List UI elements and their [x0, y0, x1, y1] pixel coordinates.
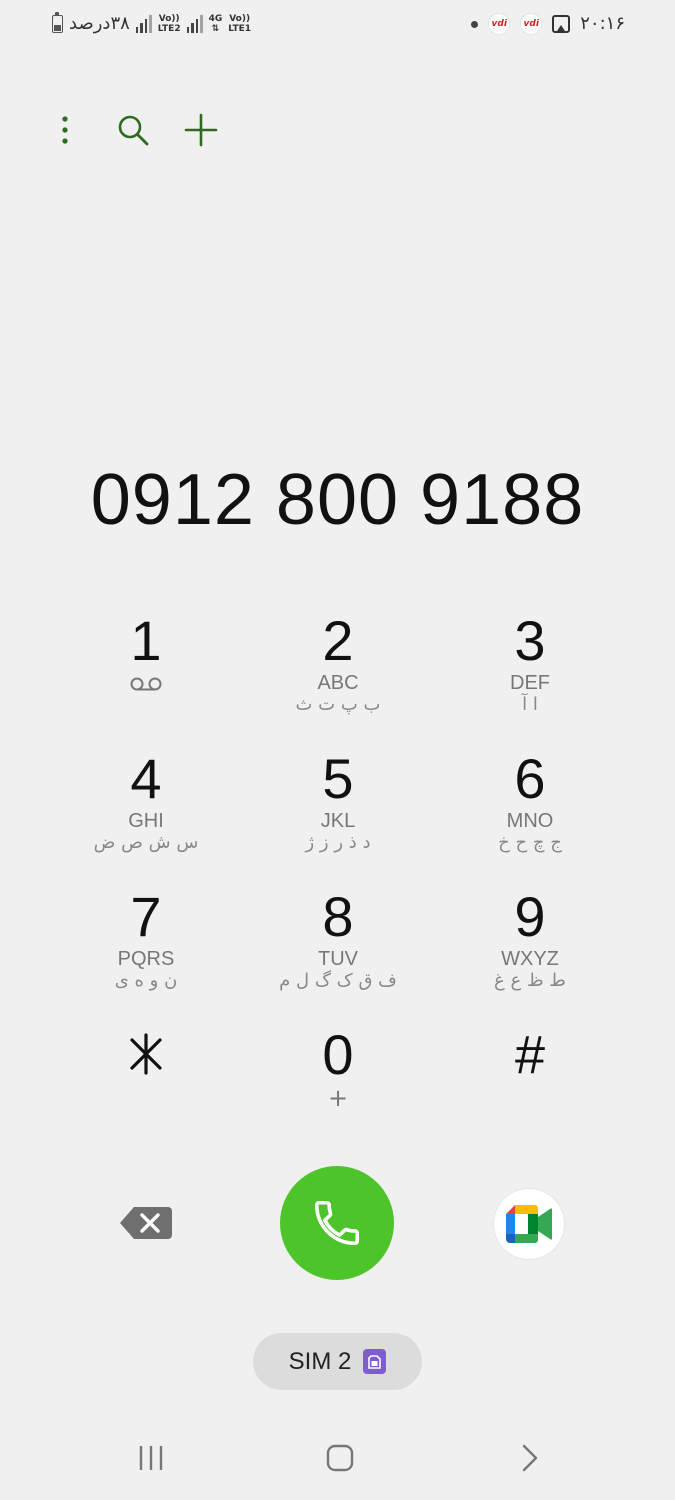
- key-digit: 8: [322, 885, 354, 948]
- key-3[interactable]: 3 DEF ا آ: [434, 604, 626, 742]
- key-persian-letters: ب پ ت ث: [295, 694, 381, 715]
- gallery-icon: [552, 15, 571, 33]
- home-icon: [326, 1444, 354, 1472]
- volte-sim1-label: Vo)) LTE1: [228, 14, 252, 34]
- key-persian-letters: س ش ص ض: [93, 832, 199, 853]
- plus-icon: [184, 113, 218, 147]
- key-digit: 5: [322, 747, 354, 810]
- call-button[interactable]: [280, 1166, 394, 1280]
- sim-label: SIM 2: [288, 1347, 352, 1375]
- key-digit: 9: [514, 885, 546, 948]
- key-persian-letters: ف ق ک گ ل م: [279, 970, 397, 991]
- key-letters: MNO: [506, 810, 554, 832]
- key-7[interactable]: 7 PQRS ن و ه ی: [50, 880, 242, 1018]
- dialer-action-bar: [40, 105, 226, 155]
- key-digit: 3: [514, 609, 546, 672]
- notification-dot-icon: [471, 20, 479, 28]
- dial-keypad: 1 2 ABC ب پ ت ث 3 DEF ا آ 4 GHI س ش ص ض …: [50, 604, 625, 1156]
- key-digit: 7: [130, 885, 162, 948]
- key-8[interactable]: 8 TUV ف ق ک گ ل م: [242, 880, 434, 1018]
- volte-sim2-label: Vo)) LTE2: [157, 14, 181, 34]
- key-9[interactable]: 9 WXYZ ط ظ ع غ: [434, 880, 626, 1018]
- search-button[interactable]: [108, 105, 158, 155]
- key-digit: 6: [514, 747, 546, 810]
- key-persian-letters: ط ظ ع غ: [494, 970, 566, 991]
- key-letters: ABC: [317, 672, 359, 694]
- key-digit: 4: [130, 747, 162, 810]
- key-2[interactable]: 2 ABC ب پ ت ث: [242, 604, 434, 742]
- key-letters: WXYZ: [501, 948, 559, 970]
- carrier-app-icon: vdi: [488, 13, 511, 35]
- key-digit: 1: [130, 609, 162, 672]
- carrier-app-icon: vdi: [520, 13, 543, 35]
- search-icon: [118, 115, 149, 146]
- system-nav-bar: [0, 1420, 675, 1500]
- key-letters: TUV: [318, 948, 358, 970]
- home-button[interactable]: [315, 1438, 365, 1478]
- key-0[interactable]: 0 +: [242, 1018, 434, 1156]
- phone-icon: [314, 1200, 360, 1246]
- key-hash[interactable]: #: [434, 1018, 626, 1156]
- add-contact-button[interactable]: [176, 105, 226, 155]
- key-4[interactable]: 4 GHI س ش ص ض: [50, 742, 242, 880]
- network-type-label: 4G ⇅: [208, 14, 223, 34]
- recent-apps-icon: [139, 1446, 163, 1470]
- key-letters: DEF: [510, 672, 550, 694]
- sim-selector-button[interactable]: SIM 2: [253, 1333, 422, 1390]
- signal-sim1-icon: [186, 15, 203, 33]
- backspace-icon: [120, 1207, 172, 1239]
- status-bar: ۳۸درصد Vo)) LTE2 4G ⇅ Vo)) LTE1 vdi vdi …: [0, 0, 675, 48]
- key-digit: 2: [322, 609, 354, 672]
- key-plus-label: +: [327, 1084, 349, 1112]
- data-arrows-icon: ⇅: [211, 24, 220, 34]
- battery-level-fill: [54, 24, 61, 31]
- video-call-button[interactable]: [494, 1189, 564, 1259]
- status-left: ۳۸درصد Vo)) LTE2 4G ⇅ Vo)) LTE1: [52, 12, 251, 36]
- key-persian-letters: ن و ه ی: [114, 970, 178, 991]
- status-right: vdi vdi ۲۰:۱۶: [471, 12, 625, 36]
- key-5[interactable]: 5 JKL د ذ ر ز ژ: [242, 742, 434, 880]
- key-digit: 0: [322, 1023, 354, 1086]
- sim-card-icon: [363, 1349, 387, 1374]
- recent-apps-button[interactable]: [126, 1438, 176, 1478]
- more-options-button[interactable]: [40, 105, 90, 155]
- clock: ۲۰:۱۶: [580, 13, 625, 34]
- back-button[interactable]: [504, 1438, 554, 1478]
- key-letters: GHI: [128, 810, 164, 832]
- dialer-screen: ۳۸درصد Vo)) LTE2 4G ⇅ Vo)) LTE1 vdi vdi …: [0, 0, 675, 1500]
- back-icon: [522, 1444, 538, 1472]
- key-persian-letters: ج چ ح خ: [498, 832, 562, 853]
- battery-percent: ۳۸درصد: [69, 13, 130, 34]
- asterisk-icon: [130, 1033, 162, 1075]
- google-meet-icon: [506, 1205, 552, 1243]
- key-6[interactable]: 6 MNO ج چ ح خ: [434, 742, 626, 880]
- key-letters: PQRS: [117, 948, 175, 970]
- key-digit: #: [514, 1025, 546, 1085]
- battery-icon: [52, 12, 63, 33]
- key-persian-letters: د ذ ر ز ژ: [305, 832, 371, 853]
- signal-sim2-icon: [135, 15, 152, 33]
- dialed-number[interactable]: 0912 800 9188: [0, 455, 675, 545]
- voicemail-icon: [130, 677, 162, 691]
- key-persian-letters: ا آ: [522, 694, 538, 715]
- more-vertical-icon: [62, 116, 68, 144]
- key-letters: JKL: [320, 810, 356, 832]
- key-1[interactable]: 1: [50, 604, 242, 742]
- backspace-button[interactable]: [118, 1203, 174, 1243]
- key-star[interactable]: [50, 1018, 242, 1156]
